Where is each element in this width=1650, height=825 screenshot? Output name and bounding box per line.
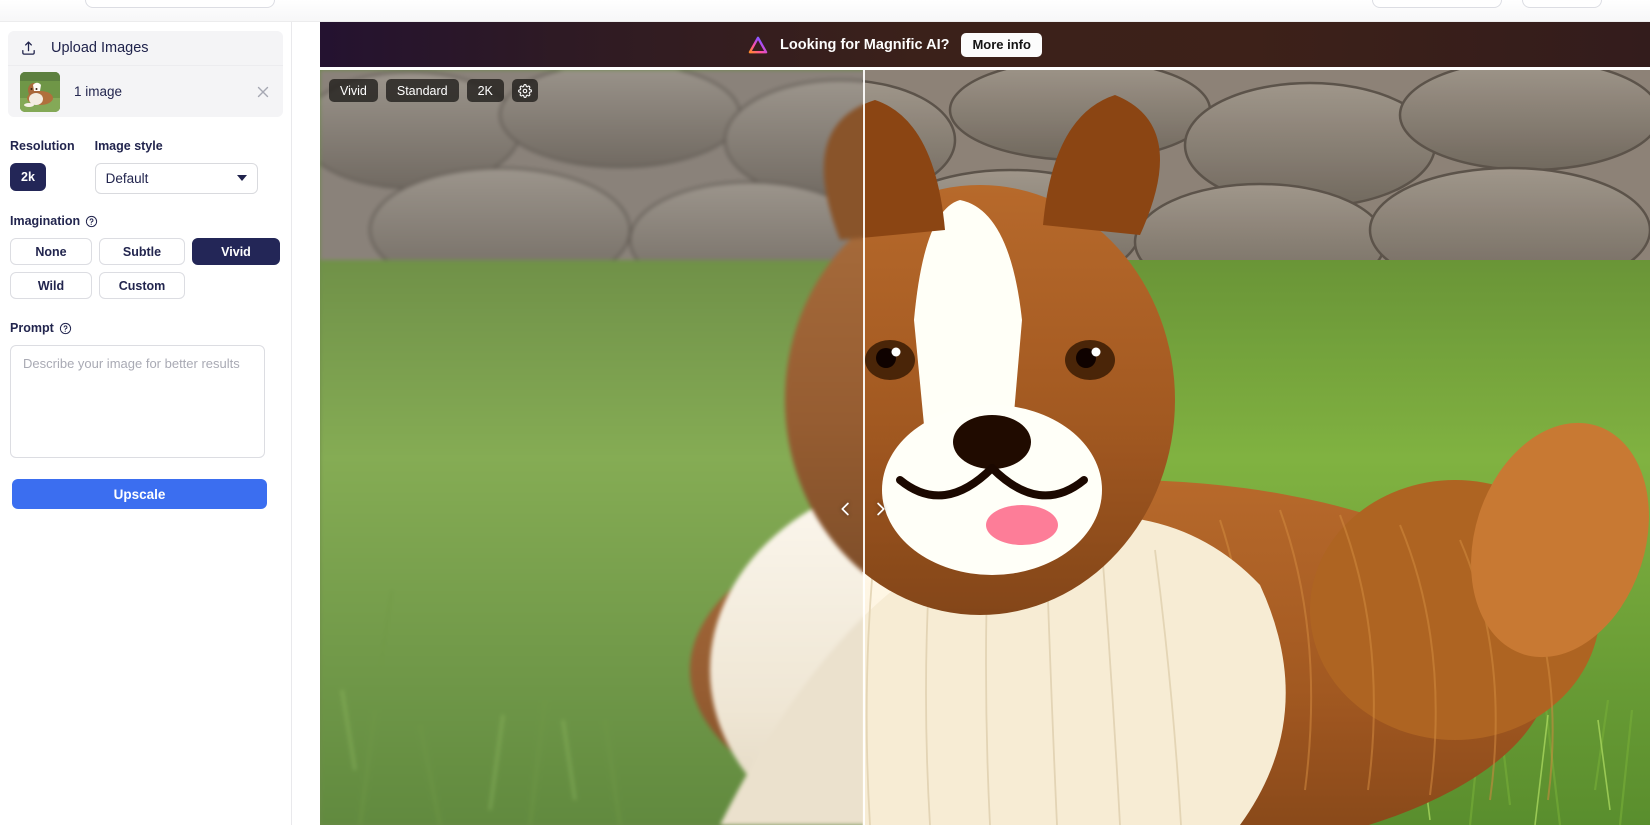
app-root: Upload Images 1 image Resolution 2k Imag…	[0, 0, 1650, 825]
viewer-toolbar: Vivid Standard 2K	[329, 79, 538, 102]
image-compare-viewer[interactable]: Vivid Standard 2K	[320, 70, 1650, 825]
toolbar-chip-vivid[interactable]: Vivid	[329, 79, 378, 102]
image-style-value: Default	[105, 171, 149, 186]
prompt-label-row: Prompt	[10, 321, 281, 335]
chevron-left-icon	[836, 497, 855, 521]
imagination-label: Imagination	[10, 214, 81, 228]
prompt-input[interactable]	[10, 345, 265, 458]
help-circle-icon[interactable]	[59, 322, 72, 335]
upload-icon	[20, 40, 37, 57]
help-circle-icon[interactable]	[85, 215, 98, 228]
image-style-select[interactable]: Default	[94, 163, 258, 194]
imagination-option-custom[interactable]: Custom	[99, 272, 185, 299]
image-style-field: Image style Default	[94, 139, 258, 194]
resolution-2k-button[interactable]: 2k	[10, 163, 46, 191]
image-style-select-wrap: Default	[94, 163, 258, 194]
imagination-options: None Subtle Vivid Wild Custom	[10, 238, 281, 299]
resolution-and-style-row: Resolution 2k Image style Default	[8, 139, 283, 194]
toolbar-chip-standard[interactable]: Standard	[385, 79, 459, 102]
upload-images-label: Upload Images	[51, 40, 149, 56]
imagination-option-none[interactable]: None	[10, 238, 92, 265]
compare-divider[interactable]	[862, 70, 865, 825]
prompt-label: Prompt	[10, 321, 54, 335]
resolution-label: Resolution	[10, 139, 75, 153]
promo-banner-content: Looking for Magnific AI? More info	[748, 32, 1042, 57]
imagination-section: Imagination None Subtle Vivid Wild Custo…	[8, 214, 283, 299]
imagination-label-row: Imagination	[10, 214, 281, 228]
top-cutoff-element-2	[1372, 0, 1502, 8]
upload-images-button[interactable]: Upload Images	[8, 31, 283, 65]
close-icon[interactable]	[255, 84, 271, 100]
promo-banner: Looking for Magnific AI? More info	[320, 22, 1650, 67]
magnific-triangle-logo-icon	[748, 36, 768, 54]
imagination-option-vivid[interactable]: Vivid	[192, 238, 280, 265]
dog-thumbnail[interactable]	[20, 71, 60, 112]
promo-banner-text: Looking for Magnific AI?	[780, 36, 950, 53]
upscale-button[interactable]: Upscale	[12, 479, 267, 509]
top-cutoff-element-3	[1522, 0, 1602, 8]
uploaded-image-row: 1 image	[8, 65, 283, 117]
toolbar-chip-2k[interactable]: 2K	[466, 79, 504, 102]
gear-icon	[517, 83, 532, 98]
imagination-option-wild[interactable]: Wild	[10, 272, 92, 299]
resolution-field: Resolution 2k	[10, 139, 75, 194]
prompt-section: Prompt Upscale	[8, 321, 283, 509]
settings-sidebar: Upload Images 1 image Resolution 2k Imag…	[0, 22, 292, 825]
image-count-label: 1 image	[74, 84, 123, 99]
more-info-button[interactable]: More info	[961, 32, 1042, 57]
top-cutoff-element-1	[85, 0, 275, 8]
toolbar-settings-button[interactable]	[511, 79, 538, 102]
chevron-right-icon	[871, 497, 890, 521]
compare-slider-handle[interactable]	[836, 494, 890, 524]
imagination-option-subtle[interactable]: Subtle	[99, 238, 185, 265]
image-style-label: Image style	[94, 139, 163, 153]
